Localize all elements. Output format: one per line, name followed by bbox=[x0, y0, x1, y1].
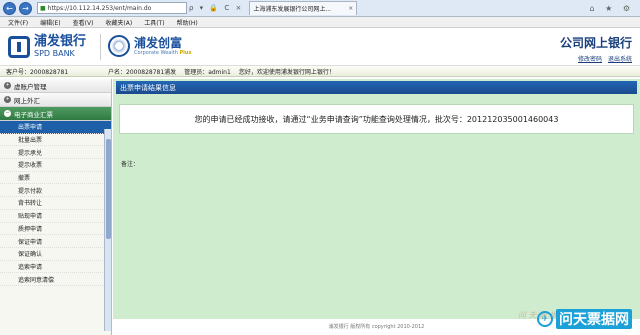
tab-title: 上海浦东发展银行公司网上... bbox=[253, 6, 332, 13]
result-message: 您的申请已经成功接收，请通过“业务申请查询”功能查询处理情况，批次号：20121… bbox=[194, 114, 559, 124]
account-name: 户名：2000828781浦发 bbox=[108, 68, 177, 76]
back-button[interactable]: ← bbox=[3, 1, 16, 15]
sidebar-item-withdraw[interactable]: 撤票 bbox=[0, 172, 111, 185]
watermark: ✈ 问天票据网 bbox=[537, 309, 632, 329]
scrollbar-thumb[interactable] bbox=[106, 139, 111, 239]
footer-copyright: 浦发银行 版权所有 copyright 2010-2012 bbox=[328, 324, 425, 330]
sidebar-group-label: 虚账户管理 bbox=[14, 82, 47, 91]
sidebar-item-list: 出票申请 批量出票 提示承兑 提示收票 撤票 提示付款 背书转让 贴现申请 质押… bbox=[0, 121, 111, 286]
sidebar-item-issue-apply[interactable]: 出票申请 bbox=[0, 121, 111, 134]
logout-link[interactable]: 退出系统 bbox=[608, 56, 632, 63]
browser-tab[interactable]: 上海浦东发展银行公司网上... × bbox=[249, 1, 358, 15]
sidebar-group-label: 网上外汇 bbox=[14, 96, 40, 105]
wealth-logo: 浦发创富 Corporate Wealth Plus bbox=[108, 35, 191, 57]
sidebar-item-pledge[interactable]: 质押申请 bbox=[0, 223, 111, 236]
sidebar-group-label: 电子商业汇票 bbox=[14, 110, 53, 119]
sidebar-item-guarantee[interactable]: 保证申请 bbox=[0, 235, 111, 248]
change-password-link[interactable]: 修改密码 bbox=[578, 56, 602, 63]
watermark-text: 问天票据网 bbox=[556, 309, 632, 329]
watermark-logo-icon: ✈ bbox=[537, 311, 553, 327]
logo-english: SPD BANK bbox=[34, 49, 75, 58]
wealth-english: Corporate Wealth bbox=[134, 50, 178, 56]
sidebar: + 虚账户管理 + 网上外汇 − 电子商业汇票 出票申请 批量出票 提示承兑 提… bbox=[0, 79, 112, 335]
browser-toolbar: ← → ■ https://10.112.14.253/ent/main.do … bbox=[0, 0, 640, 17]
sidebar-item-payment[interactable]: 提示付款 bbox=[0, 184, 111, 198]
sidebar-item-recourse[interactable]: 追索申请 bbox=[0, 261, 111, 274]
customer-number: 客户号：2000828781 bbox=[6, 68, 69, 76]
menu-view[interactable]: 查看(V) bbox=[73, 18, 94, 27]
expand-icon: + bbox=[4, 96, 11, 103]
spd-logo-icon bbox=[8, 35, 30, 58]
wealth-plus: Plus bbox=[179, 50, 192, 56]
result-message-box: 您的申请已经成功接收，请通过“业务申请查询”功能查询处理情况，批次号：20121… bbox=[119, 104, 634, 134]
sidebar-item-recourse-settle[interactable]: 追索同意清偿 bbox=[0, 273, 111, 286]
panel-title: 出票申请结果信息 bbox=[116, 81, 637, 94]
sidebar-item-receive[interactable]: 提示收票 bbox=[0, 159, 111, 172]
sidebar-scrollbar[interactable] bbox=[104, 129, 111, 331]
user-info-bar: 客户号：2000828781 户名：2000828781浦发 管理员：admin… bbox=[0, 66, 640, 77]
menu-bar: 文件(F) 编辑(E) 查看(V) 收藏夹(A) 工具(T) 帮助(H) bbox=[0, 17, 640, 28]
sidebar-item-endorse[interactable]: 背书转让 bbox=[0, 197, 111, 210]
expand-icon: + bbox=[4, 82, 11, 89]
sidebar-group-e-bill[interactable]: − 电子商业汇票 bbox=[0, 107, 111, 121]
lock-icon: ■ bbox=[40, 4, 46, 12]
menu-file[interactable]: 文件(F) bbox=[8, 18, 28, 27]
sidebar-item-discount[interactable]: 贴现申请 bbox=[0, 210, 111, 223]
sidebar-group-virtual-account[interactable]: + 虚账户管理 bbox=[0, 79, 111, 93]
collapse-icon: − bbox=[4, 110, 11, 117]
bank-title-area: 公司网上银行 修改密码 退出系统 bbox=[560, 34, 632, 63]
main-content: 出票申请结果信息 您的申请已经成功接收，请通过“业务申请查询”功能查询处理情况，… bbox=[113, 79, 640, 319]
page-title: 公司网上银行 bbox=[559, 36, 632, 50]
header-divider bbox=[100, 34, 101, 60]
sidebar-item-accept[interactable]: 提示承兑 bbox=[0, 146, 111, 160]
address-url: https://10.112.14.253/ent/main.do bbox=[47, 4, 152, 12]
note-label: 备注： bbox=[121, 161, 140, 168]
operator-name: 管理员：admin1 bbox=[184, 68, 231, 76]
menu-favorites[interactable]: 收藏夹(A) bbox=[105, 18, 132, 27]
logo-chinese: 浦发银行 bbox=[34, 34, 87, 49]
welcome-message: 您好，欢迎使用浦发银行网上银行！ bbox=[238, 68, 335, 76]
sidebar-item-guarantee-confirm[interactable]: 保证确认 bbox=[0, 248, 111, 261]
menu-tools[interactable]: 工具(T) bbox=[144, 18, 164, 27]
forward-button[interactable]: → bbox=[19, 1, 32, 15]
menu-edit[interactable]: 编辑(E) bbox=[40, 18, 60, 27]
home-favorites-settings-icons[interactable]: ⌂ ★ ⚙ bbox=[589, 4, 634, 13]
sidebar-item-batch-issue[interactable]: 批量出票 bbox=[0, 134, 111, 147]
wealth-logo-icon bbox=[108, 35, 130, 57]
menu-help[interactable]: 帮助(H) bbox=[177, 18, 198, 27]
spd-logo: 浦发银行 SPD BANK bbox=[8, 35, 86, 58]
sidebar-group-online-fx[interactable]: + 网上外汇 bbox=[0, 93, 111, 107]
tab-close-icon[interactable]: × bbox=[348, 5, 353, 12]
address-tools-icons[interactable]: ρ ▾ 🔒 C × bbox=[189, 4, 243, 12]
wealth-chinese: 浦发创富 bbox=[134, 36, 183, 50]
bank-header: 浦发银行 SPD BANK 浦发创富 Corporate Wealth Plus… bbox=[0, 28, 640, 66]
address-bar[interactable]: ■ https://10.112.14.253/ent/main.do bbox=[37, 2, 187, 14]
